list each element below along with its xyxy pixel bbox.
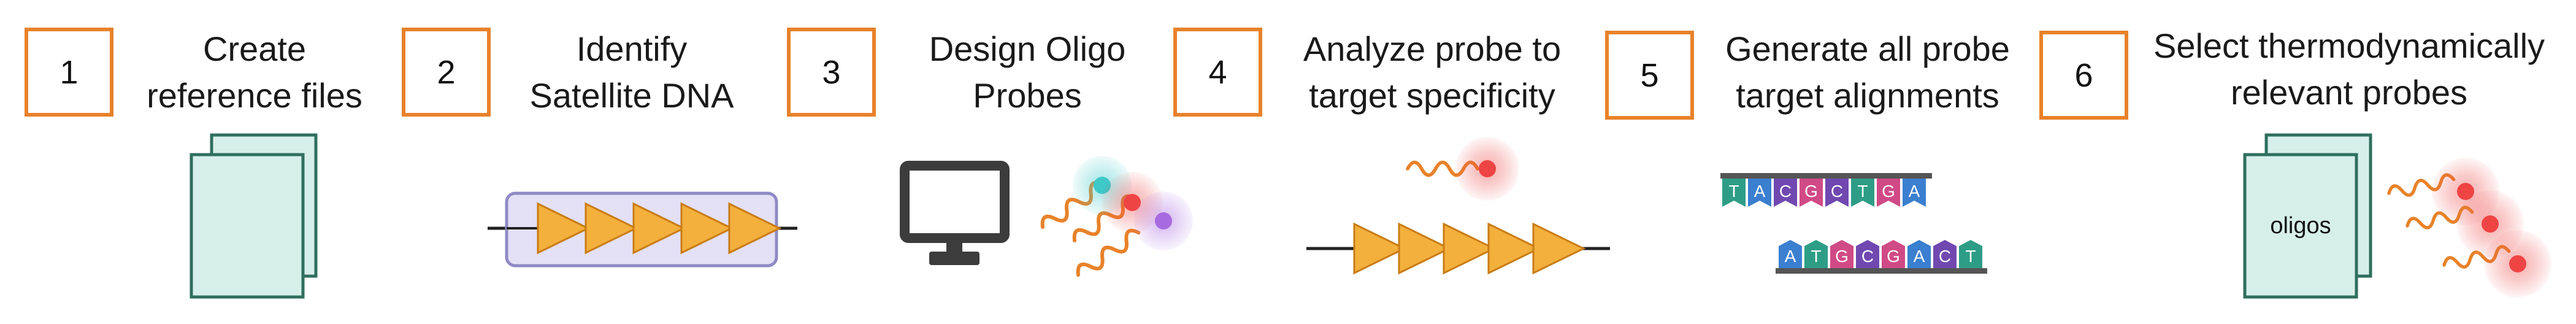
workflow-diagram: 1 Create reference files 2 Identify Sate… bbox=[0, 0, 2576, 324]
top-strand-base-2: C bbox=[1774, 179, 1797, 207]
satellite-dna-icon bbox=[488, 191, 797, 268]
bottom-strand: ATGCGACT bbox=[1779, 240, 1982, 268]
bottom-strand-base-letter-7: T bbox=[1965, 247, 1976, 266]
top-strand-base-letter-7: A bbox=[1909, 182, 1920, 201]
top-strand-base-4: C bbox=[1825, 179, 1849, 207]
top-strand-base-7: A bbox=[1903, 179, 1926, 207]
diagram-artwork: TACGCTGA ATGCGACT oligos bbox=[190, 133, 2551, 299]
bottom-strand-base-7: T bbox=[1959, 240, 1982, 268]
bottom-strand-base-letter-4: G bbox=[1887, 247, 1900, 266]
top-strand-base-6: G bbox=[1877, 179, 1900, 207]
bottom-strand-base-0: A bbox=[1779, 240, 1802, 268]
bottom-strand-base-letter-6: C bbox=[1939, 247, 1951, 266]
top-strand-base-1: A bbox=[1748, 179, 1771, 207]
oligo-probes-icon bbox=[1039, 156, 1193, 280]
probe-target-alignment-icon: TACGCTGA ATGCGACT bbox=[1720, 173, 1987, 274]
bottom-strand-base-5: A bbox=[1907, 240, 1931, 268]
bottom-strand-base-letter-2: G bbox=[1835, 247, 1849, 266]
probe-target-icon bbox=[1306, 137, 1610, 274]
top-strand-base-3: G bbox=[1800, 179, 1823, 207]
top-strand-base-letter-2: C bbox=[1779, 182, 1792, 201]
selected-probes-icon: oligos bbox=[2243, 133, 2551, 299]
computer-monitor-icon bbox=[900, 161, 1010, 265]
bottom-strand-base-4: G bbox=[1882, 240, 1905, 268]
bottom-strand-base-1: T bbox=[1804, 240, 1828, 268]
reference-files-icon bbox=[190, 133, 318, 299]
top-strand-base-0: T bbox=[1722, 179, 1746, 207]
top-strand-base-letter-1: A bbox=[1754, 182, 1766, 201]
bottom-strand-base-letter-0: A bbox=[1785, 247, 1796, 266]
top-strand-base-letter-4: C bbox=[1831, 182, 1843, 201]
bottom-strand-base-3: C bbox=[1856, 240, 1879, 268]
top-strand-base-letter-5: T bbox=[1857, 182, 1868, 201]
bottom-strand-base-letter-5: A bbox=[1914, 247, 1925, 266]
bottom-strand-base-letter-3: C bbox=[1861, 247, 1874, 266]
bottom-strand-base-letter-1: T bbox=[1811, 247, 1821, 266]
top-strand-base-letter-3: G bbox=[1804, 182, 1818, 201]
oligos-label: oligos bbox=[2270, 213, 2331, 239]
top-strand-base-5: T bbox=[1851, 179, 1874, 207]
bottom-strand-base-6: C bbox=[1933, 240, 1957, 268]
top-strand: TACGCTGA bbox=[1722, 179, 1926, 207]
top-strand-base-letter-6: G bbox=[1882, 182, 1895, 201]
bottom-strand-base-2: G bbox=[1830, 240, 1853, 268]
top-strand-base-letter-0: T bbox=[1728, 182, 1739, 201]
